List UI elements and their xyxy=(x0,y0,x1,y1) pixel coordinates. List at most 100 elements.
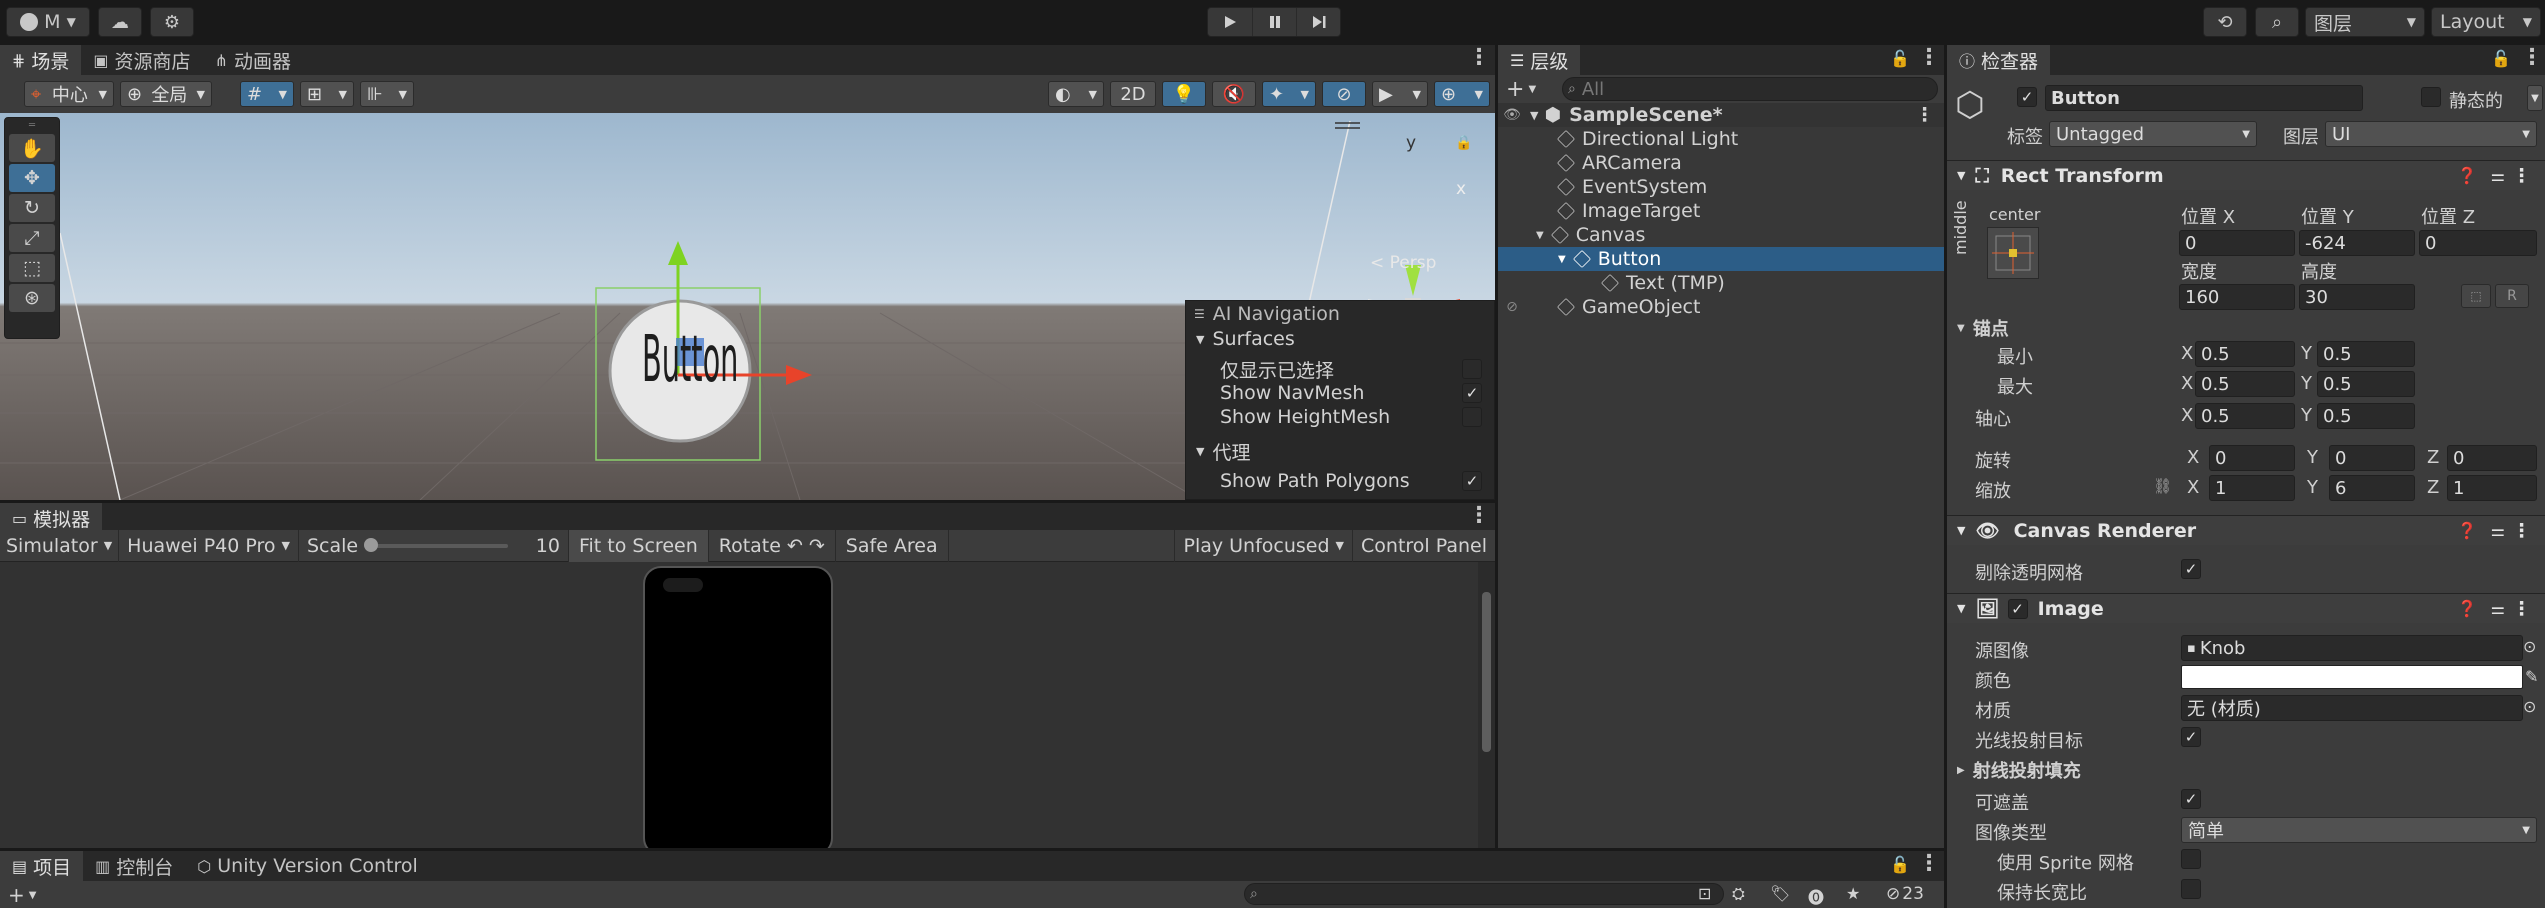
services-button[interactable]: ⚙ xyxy=(150,7,194,37)
type-filter-icon[interactable]: ⛭ xyxy=(1732,884,1745,904)
tab-simulator[interactable]: ▭ 模拟器 xyxy=(0,503,103,533)
pivot-x-field[interactable]: 0.5 xyxy=(2195,403,2295,429)
hierarchy-item-selected[interactable]: ▼ Button xyxy=(1498,247,1944,271)
tab-scene[interactable]: ⋕ 场景 xyxy=(0,45,82,75)
tab-inspector[interactable]: ⓘ 检查器 xyxy=(1947,45,2051,75)
camera-button[interactable]: ▶ ▼ xyxy=(1372,81,1428,107)
scale-tool-button[interactable]: ⤢ xyxy=(9,224,55,252)
preset-icon[interactable]: ⚌ xyxy=(2491,521,2505,540)
ruler-button[interactable]: ⊪ ▼ xyxy=(360,81,414,107)
2d-toggle[interactable]: 2D xyxy=(1110,81,1156,107)
preserve-aspect-checkbox[interactable] xyxy=(2181,879,2201,899)
show-path-polygons-checkbox[interactable]: ✓ xyxy=(1462,471,1482,491)
rotate-tool-button[interactable]: ↻ xyxy=(9,194,55,222)
slider-handle[interactable] xyxy=(364,537,379,552)
vertical-scrollbar[interactable] xyxy=(1478,562,1495,848)
raw-edit-button[interactable]: R xyxy=(2495,284,2529,308)
agent-foldout[interactable]: ▼ 代理 xyxy=(1186,439,1494,464)
anchor-min-y-field[interactable]: 0.5 xyxy=(2317,341,2415,367)
play-mode-dropdown[interactable]: Play Unfocused ▼ xyxy=(1174,529,1352,562)
shading-mode-button[interactable]: ◐ ▼ xyxy=(1048,81,1104,107)
hierarchy-item[interactable]: ⊘ GameObject xyxy=(1498,295,1700,319)
step-button[interactable] xyxy=(1296,8,1340,36)
maskable-checkbox[interactable]: ✓ xyxy=(2181,789,2201,809)
rect-tool-button[interactable]: ⬚ xyxy=(9,254,55,282)
layer-dropdown[interactable]: UI ▼ xyxy=(2325,121,2537,147)
history-button[interactable]: ⟲ xyxy=(2203,7,2247,37)
object-name-field[interactable]: Button xyxy=(2045,85,2363,111)
hidden-objects-toggle[interactable]: ⊘ xyxy=(1322,81,1366,107)
persp-label[interactable]: < Persp xyxy=(1370,253,1436,273)
divider[interactable] xyxy=(0,500,1495,503)
cull-checkbox[interactable]: ✓ xyxy=(2181,559,2201,579)
anchors-foldout[interactable]: ▼ 锚点 xyxy=(1957,315,2009,341)
tab-version-control[interactable]: ⬡ Unity Version Control xyxy=(185,851,430,881)
height-field[interactable]: 30 xyxy=(2299,284,2415,310)
label-filter-icon[interactable]: 🏷 xyxy=(1770,884,1790,903)
rotation-z-field[interactable]: 0 xyxy=(2447,445,2537,471)
show-navmesh-checkbox[interactable]: ✓ xyxy=(1462,383,1482,403)
more-menu-icon[interactable]: ⋮ xyxy=(2521,45,2543,70)
hidden-packages-toggle[interactable]: ⊘ 23 xyxy=(1886,884,1924,904)
hierarchy-item[interactable]: Text (TMP) xyxy=(1600,271,1725,295)
anchor-max-y-field[interactable]: 0.5 xyxy=(2317,371,2415,397)
rect-transform-header[interactable]: ▼ ⛶ Rect Transform ❓ ⚌ ⋮ xyxy=(1947,160,2545,190)
chevron-down-icon[interactable]: ▼ xyxy=(1530,109,1538,122)
project-search[interactable]: ⌕ xyxy=(1244,883,1724,905)
eyedropper-icon[interactable]: ✎ xyxy=(2525,667,2538,686)
device-dropdown[interactable]: Huawei P40 Pro ▼ xyxy=(119,529,299,562)
lock-icon[interactable]: 🔓 xyxy=(1890,49,1910,68)
more-menu-icon[interactable]: ⋮ xyxy=(1468,45,1490,70)
help-icon[interactable]: ❓ xyxy=(2457,521,2477,540)
hand-tool-button[interactable]: ✋ xyxy=(9,134,55,162)
help-icon[interactable]: ❓ xyxy=(2457,599,2477,618)
transform-tool-button[interactable]: ⊛ xyxy=(9,284,55,312)
fit-to-screen-button[interactable]: Fit to Screen xyxy=(568,529,709,562)
only-selected-checkbox[interactable] xyxy=(1462,359,1482,379)
image-type-dropdown[interactable]: 简单 ▼ xyxy=(2181,817,2537,843)
more-menu-icon[interactable]: ⋮ xyxy=(1915,104,1934,126)
grid-snap-button[interactable]: # ▼ xyxy=(240,81,294,107)
rotate-right-icon[interactable]: ↷ xyxy=(809,535,825,557)
rotate-left-icon[interactable]: ↶ xyxy=(787,535,803,557)
ai-navigation-header[interactable]: ☰ AI Navigation xyxy=(1186,301,1494,327)
link-icon[interactable]: ⛓ xyxy=(2153,477,2172,495)
anchor-max-x-field[interactable]: 0.5 xyxy=(2195,371,2295,397)
tag-dropdown[interactable]: Untagged ▼ xyxy=(2049,121,2257,147)
control-panel-button[interactable]: Control Panel xyxy=(1352,529,1495,562)
anchor-presets-button[interactable] xyxy=(1987,227,2039,279)
image-header[interactable]: ▼ 🖼 ✓ Image ❓ ⚌ ⋮ xyxy=(1947,593,2545,623)
material-field[interactable]: 无 (材质) xyxy=(2181,695,2523,721)
device-screen[interactable] xyxy=(643,566,833,848)
anchor-min-x-field[interactable]: 0.5 xyxy=(2195,341,2295,367)
canvas-renderer-header[interactable]: ▼ 👁 Canvas Renderer ❓ ⚌ ⋮ xyxy=(1947,515,2545,545)
hierarchy-item[interactable]: ▼ Canvas xyxy=(1536,223,1645,247)
effects-button[interactable]: ✦ ▼ xyxy=(1262,81,1316,107)
tab-animator[interactable]: ⋔ 动画器 xyxy=(203,45,303,75)
lock-icon[interactable]: 🔓 xyxy=(2491,49,2511,68)
color-field[interactable] xyxy=(2181,665,2523,689)
safe-area-toggle[interactable]: Safe Area xyxy=(836,529,949,562)
more-menu-icon[interactable]: ⋮ xyxy=(2512,520,2531,542)
use-sprite-mesh-checkbox[interactable] xyxy=(2181,849,2201,869)
hidden-eye-icon[interactable]: ⊘ xyxy=(1498,299,1526,315)
move-tool-button[interactable]: ✥ xyxy=(9,164,55,192)
hierarchy-item[interactable]: Directional Light xyxy=(1556,127,1738,151)
scene-viewport[interactable]: Button y x < Persp 🔒 ═ ✋ ✥ ↻ ⤢ ⬚ ⊛ ☰ AI … xyxy=(0,113,1495,500)
tab-asset-store[interactable]: ▣ 资源商店 xyxy=(81,45,202,75)
pivot-y-field[interactable]: 0.5 xyxy=(2317,403,2415,429)
tab-console[interactable]: ▥ 控制台 xyxy=(83,851,185,881)
tab-hierarchy[interactable]: ☰ 层级 xyxy=(1498,45,1581,75)
raycast-target-checkbox[interactable]: ✓ xyxy=(2181,727,2201,747)
image-enabled-checkbox[interactable]: ✓ xyxy=(2007,598,2028,619)
more-menu-icon[interactable]: ⋮ xyxy=(1918,45,1940,70)
divider[interactable] xyxy=(1944,45,1947,908)
blueprint-mode-button[interactable]: ⬚ xyxy=(2461,284,2491,308)
rotation-y-field[interactable]: 0 xyxy=(2329,445,2415,471)
global-dropdown[interactable]: ⊕ 全局 ▼ xyxy=(120,81,212,107)
chevron-down-icon[interactable]: ▼ xyxy=(1536,230,1544,241)
audio-toggle[interactable]: 🔇 xyxy=(1212,81,1256,107)
scale-x-field[interactable]: 1 xyxy=(2209,475,2295,501)
hierarchy-search[interactable]: ⌕ All xyxy=(1562,77,1938,101)
static-checkbox[interactable] xyxy=(2421,87,2441,107)
